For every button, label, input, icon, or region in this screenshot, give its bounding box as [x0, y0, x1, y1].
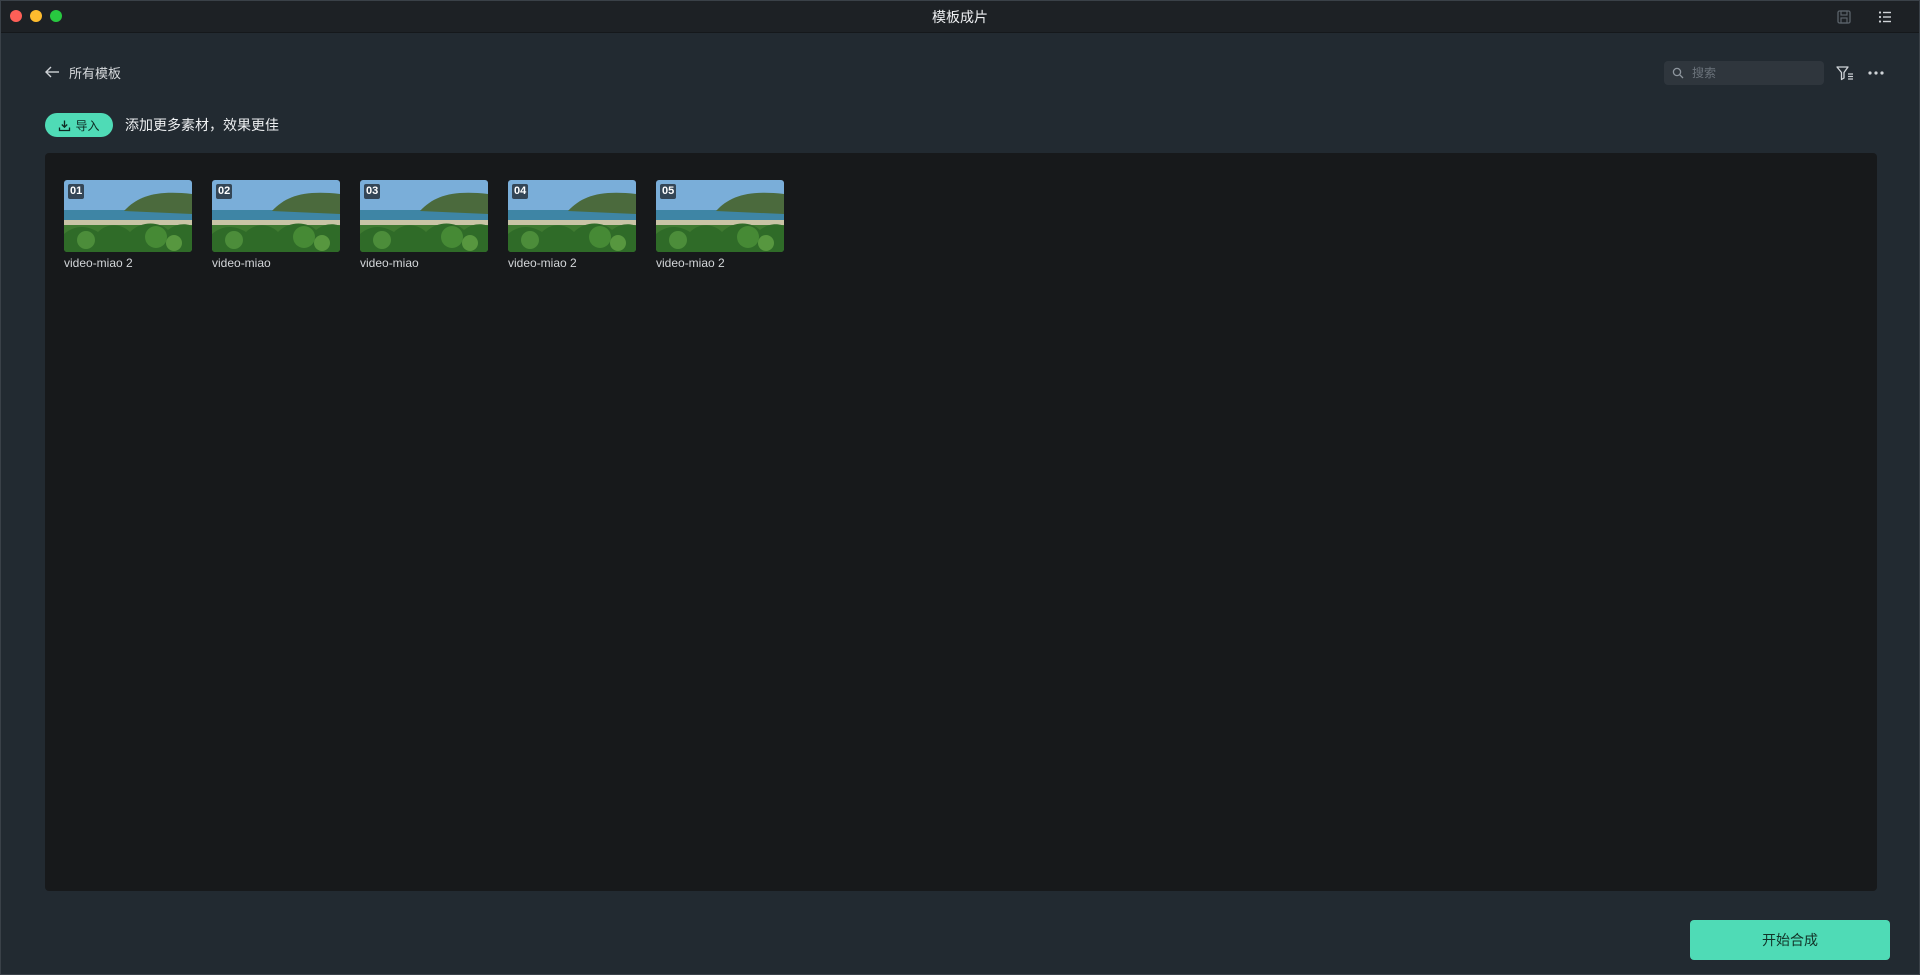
clip-name: video-miao 2	[656, 256, 725, 270]
clip-item[interactable]: 04 video-miao 2	[508, 180, 636, 270]
clip-name: video-miao 2	[508, 256, 577, 270]
search-input[interactable]	[1690, 65, 1814, 81]
minimize-window-button[interactable]	[30, 10, 42, 22]
clip-index-badge: 04	[512, 184, 529, 199]
clip-thumbnail[interactable]: 01	[64, 180, 192, 252]
close-window-button[interactable]	[10, 10, 22, 22]
clip-thumbnail[interactable]: 05	[656, 180, 784, 252]
import-button[interactable]: 导入	[45, 113, 113, 137]
import-label: 导入	[75, 118, 100, 133]
clip-name: video-miao 2	[64, 256, 133, 270]
import-download-icon	[59, 120, 71, 131]
clip-thumbnail[interactable]: 04	[508, 180, 636, 252]
import-hint: 添加更多素材，效果更佳	[125, 117, 279, 133]
clip-item[interactable]: 02 video-miao	[212, 180, 340, 270]
clip-item[interactable]: 03 video-miao	[360, 180, 488, 270]
clip-panel: 01 video-miao 2 02 video-miao 03 video-m…	[45, 153, 1877, 891]
clip-index-badge: 05	[660, 184, 677, 199]
more-horizontal-icon[interactable]	[1866, 64, 1886, 82]
maximize-window-button[interactable]	[50, 10, 62, 22]
search-icon	[1672, 67, 1684, 79]
clip-index-badge: 02	[216, 184, 233, 199]
clip-name: video-miao	[212, 256, 271, 270]
clip-item[interactable]: 05 video-miao 2	[656, 180, 784, 270]
clip-name: video-miao	[360, 256, 419, 270]
search-box[interactable]	[1664, 61, 1824, 85]
clip-index-badge: 03	[364, 184, 381, 199]
start-compose-button[interactable]: 开始合成	[1690, 920, 1890, 960]
clip-item[interactable]: 01 video-miao 2	[64, 180, 192, 270]
arrow-left-icon	[45, 66, 59, 78]
back-label: 所有模板	[69, 65, 122, 81]
clip-thumbnail[interactable]: 03	[360, 180, 488, 252]
title-bar: 模板成片	[1, 1, 1919, 33]
app-window: 模板成片 所有模板 搜索 导入 添加更多素材，效果更佳 01 video-mia…	[0, 0, 1920, 975]
back-to-all-templates[interactable]: 所有模板	[43, 61, 121, 83]
filter-icon[interactable]	[1835, 64, 1855, 82]
clip-thumbnail[interactable]: 02	[212, 180, 340, 252]
clip-index-badge: 01	[68, 184, 85, 199]
window-title: 模板成片	[932, 9, 988, 25]
list-icon[interactable]	[1876, 8, 1894, 26]
save-icon[interactable]	[1835, 8, 1853, 26]
